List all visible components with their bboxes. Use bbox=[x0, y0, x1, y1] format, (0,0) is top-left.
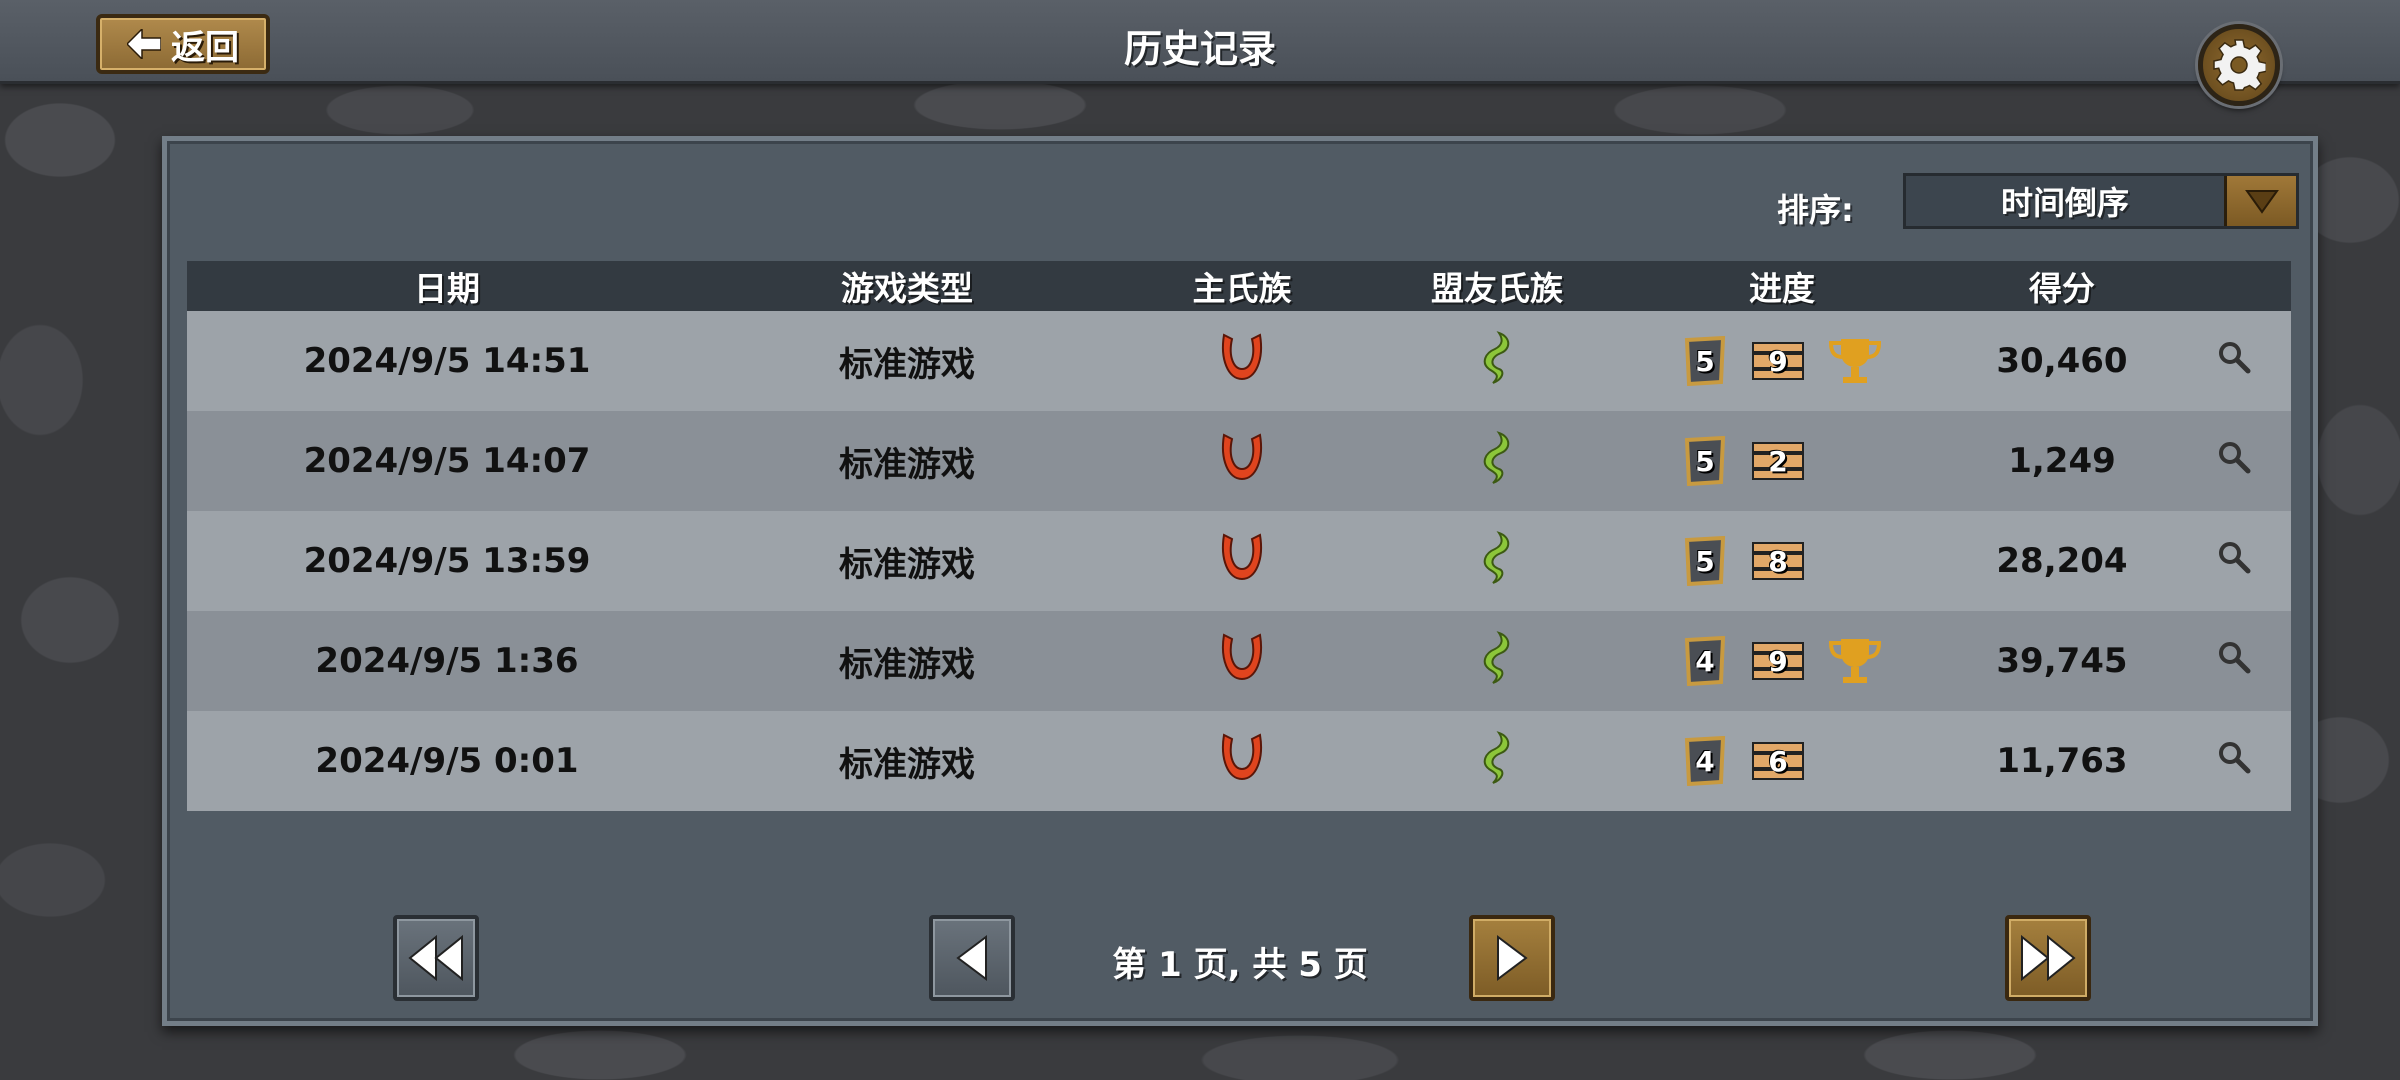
trophy-icon bbox=[1827, 335, 1883, 387]
row-date: 2024/9/5 13:59 bbox=[303, 541, 591, 581]
wave-badge: 5 bbox=[1681, 536, 1729, 586]
right-arrow-icon bbox=[1497, 935, 1528, 981]
wave-number: 4 bbox=[1695, 644, 1715, 678]
table-row[interactable]: 2024/9/5 14:07 标准游戏 5 2 1,249 bbox=[187, 411, 2291, 511]
level-number: 9 bbox=[1768, 344, 1788, 378]
wave-badge: 5 bbox=[1681, 436, 1729, 486]
double-right-arrow-icon bbox=[2021, 934, 2076, 982]
sort-value: 时间倒序 bbox=[2000, 184, 2129, 222]
history-table: 日期 游戏类型 主氏族 盟友氏族 进度 得分 2024/9/5 14:51 标准… bbox=[187, 261, 2291, 811]
row-date: 2024/9/5 14:51 bbox=[303, 341, 591, 381]
level-number: 6 bbox=[1768, 744, 1788, 778]
previous-page-button[interactable] bbox=[929, 915, 1015, 1001]
row-score: 1,249 bbox=[2008, 441, 2116, 481]
row-game-type: 标准游戏 bbox=[839, 644, 975, 685]
table-header: 日期 游戏类型 主氏族 盟友氏族 进度 得分 bbox=[187, 261, 2291, 311]
row-date: 2024/9/5 1:36 bbox=[315, 641, 579, 681]
sort-select[interactable]: 时间倒序 bbox=[1903, 173, 2299, 229]
row-game-type: 标准游戏 bbox=[839, 544, 975, 585]
history-panel: 排序: 时间倒序 日期 游戏类型 主氏族 盟友氏族 进度 得分 2024/9/5… bbox=[162, 136, 2318, 1026]
wave-number: 5 bbox=[1695, 544, 1715, 578]
row-game-type: 标准游戏 bbox=[839, 744, 975, 785]
row-score: 30,460 bbox=[1996, 341, 2128, 381]
settings-button[interactable] bbox=[2198, 24, 2280, 106]
level-badge: 9 bbox=[1751, 339, 1805, 383]
column-header-score: 得分 bbox=[2029, 269, 2095, 308]
page-title: 历史记录 bbox=[1123, 27, 1276, 71]
level-number: 8 bbox=[1768, 544, 1788, 578]
level-badge: 2 bbox=[1751, 439, 1805, 483]
level-number: 9 bbox=[1768, 644, 1788, 678]
red-horn-icon bbox=[1218, 329, 1266, 394]
last-page-button[interactable] bbox=[2005, 915, 2091, 1001]
level-badge: 8 bbox=[1751, 539, 1805, 583]
column-header-main-clan: 主氏族 bbox=[1192, 269, 1292, 308]
search-icon[interactable] bbox=[2217, 540, 2251, 583]
search-icon[interactable] bbox=[2217, 640, 2251, 683]
row-date: 2024/9/5 14:07 bbox=[303, 441, 591, 481]
green-serpent-icon bbox=[1477, 329, 1517, 394]
table-row[interactable]: 2024/9/5 13:59 标准游戏 5 8 28,204 bbox=[187, 511, 2291, 611]
column-header-game-type: 游戏类型 bbox=[841, 269, 973, 308]
row-date: 2024/9/5 0:01 bbox=[315, 741, 579, 781]
dropdown-arrow-icon[interactable] bbox=[2224, 176, 2296, 226]
row-game-type: 标准游戏 bbox=[839, 344, 975, 385]
table-row[interactable]: 2024/9/5 1:36 标准游戏 4 9 39,745 bbox=[187, 611, 2291, 711]
level-number: 2 bbox=[1768, 444, 1788, 478]
green-serpent-icon bbox=[1477, 429, 1517, 494]
red-horn-icon bbox=[1218, 529, 1266, 594]
red-horn-icon bbox=[1218, 629, 1266, 694]
red-horn-icon bbox=[1218, 729, 1266, 794]
wave-number: 5 bbox=[1695, 444, 1715, 478]
top-bar: 返回 历史记录 bbox=[0, 0, 2400, 84]
green-serpent-icon bbox=[1477, 629, 1517, 694]
row-score: 11,763 bbox=[1996, 741, 2128, 781]
gear-icon bbox=[2213, 39, 2266, 91]
next-page-button[interactable] bbox=[1469, 915, 1555, 1001]
first-page-button[interactable] bbox=[393, 915, 479, 1001]
column-header-date: 日期 bbox=[414, 269, 480, 308]
search-icon[interactable] bbox=[2217, 440, 2251, 483]
table-body: 2024/9/5 14:51 标准游戏 5 9 30,460 2024/9/5 … bbox=[187, 311, 2291, 811]
trophy-slot-empty bbox=[1827, 435, 1883, 487]
search-icon[interactable] bbox=[2217, 340, 2251, 383]
table-row[interactable]: 2024/9/5 0:01 标准游戏 4 6 11,763 bbox=[187, 711, 2291, 811]
column-header-ally-clan: 盟友氏族 bbox=[1431, 269, 1563, 308]
wave-badge: 4 bbox=[1681, 736, 1729, 786]
search-icon[interactable] bbox=[2217, 740, 2251, 783]
trophy-slot-empty bbox=[1827, 735, 1883, 787]
left-arrow-icon bbox=[956, 935, 987, 981]
wave-number: 4 bbox=[1695, 744, 1715, 778]
row-game-type: 标准游戏 bbox=[839, 444, 975, 485]
row-score: 28,204 bbox=[1996, 541, 2128, 581]
column-header-progress: 进度 bbox=[1749, 269, 1815, 308]
double-left-arrow-icon bbox=[408, 934, 463, 982]
wave-badge: 4 bbox=[1681, 636, 1729, 686]
sort-label: 排序: bbox=[1777, 191, 1854, 229]
wave-badge: 5 bbox=[1681, 336, 1729, 386]
trophy-slot-empty bbox=[1827, 535, 1883, 587]
level-badge: 9 bbox=[1751, 639, 1805, 683]
green-serpent-icon bbox=[1477, 529, 1517, 594]
level-badge: 6 bbox=[1751, 739, 1805, 783]
green-serpent-icon bbox=[1477, 729, 1517, 794]
page-indicator: 第 1 页, 共 5 页 bbox=[1112, 945, 1368, 985]
red-horn-icon bbox=[1218, 429, 1266, 494]
row-score: 39,745 bbox=[1996, 641, 2128, 681]
trophy-icon bbox=[1827, 635, 1883, 687]
wave-number: 5 bbox=[1695, 344, 1715, 378]
table-row[interactable]: 2024/9/5 14:51 标准游戏 5 9 30,460 bbox=[187, 311, 2291, 411]
